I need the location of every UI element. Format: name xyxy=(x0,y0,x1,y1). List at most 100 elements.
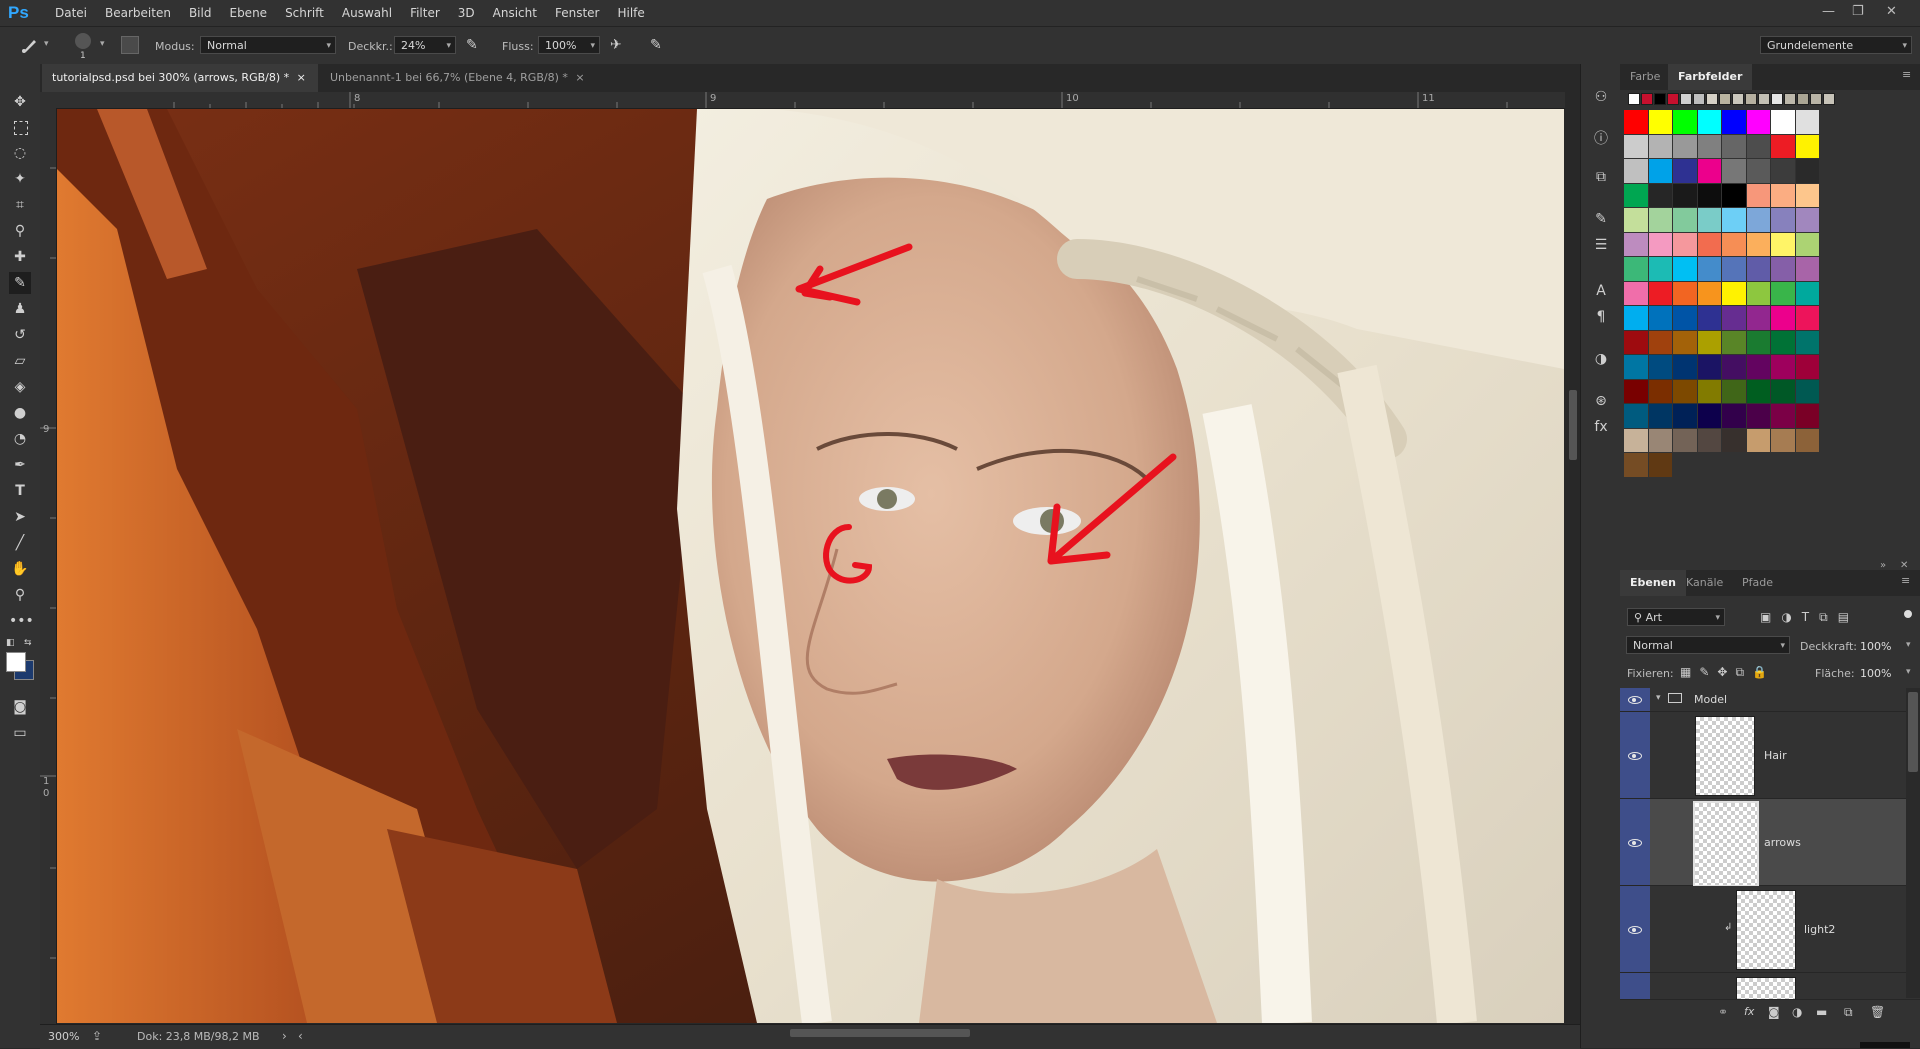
color-swatch[interactable] xyxy=(1648,281,1672,305)
screen-mode-icon[interactable]: ▭ xyxy=(9,722,31,744)
color-swatch[interactable] xyxy=(1771,257,1795,281)
pen-icon[interactable]: ✒ xyxy=(9,454,31,476)
color-swatch[interactable] xyxy=(1795,159,1819,183)
visibility-toggle[interactable] xyxy=(1620,688,1650,711)
recent-swatch[interactable] xyxy=(1771,93,1783,105)
color-swatch[interactable] xyxy=(1648,306,1672,330)
bucket-icon[interactable]: ◈ xyxy=(9,376,31,398)
marquee-icon[interactable] xyxy=(9,116,31,138)
color-swatch[interactable] xyxy=(1746,428,1770,452)
color-swatch[interactable] xyxy=(1624,257,1648,281)
color-swatch[interactable] xyxy=(1697,208,1721,232)
line-icon[interactable]: ╱ xyxy=(9,532,31,554)
character-icon[interactable]: A xyxy=(1592,282,1610,300)
recent-swatch[interactable] xyxy=(1680,93,1692,105)
hand-icon[interactable]: ✋ xyxy=(9,558,31,580)
color-swatch[interactable] xyxy=(1722,404,1746,428)
workspace-select[interactable]: Grundelemente ▾ xyxy=(1760,36,1912,54)
clone-source-icon[interactable]: ⧉ xyxy=(1592,168,1610,186)
color-swatch[interactable] xyxy=(1795,281,1819,305)
menu-ebene[interactable]: Ebene xyxy=(220,6,276,20)
zoom-level[interactable]: 300% xyxy=(48,1030,79,1043)
color-swatch[interactable] xyxy=(1746,355,1770,379)
visibility-toggle[interactable] xyxy=(1620,973,1650,999)
chevron-down-icon[interactable]: ▾ xyxy=(1906,640,1911,650)
share-icon[interactable]: ⇪ xyxy=(92,1029,102,1043)
color-swatch[interactable] xyxy=(1624,355,1648,379)
zoom-icon[interactable]: ⚲ xyxy=(9,584,31,606)
tab-kanaele[interactable]: Kanäle xyxy=(1676,570,1733,596)
menu-bearbeiten[interactable]: Bearbeiten xyxy=(96,6,180,20)
menu-schrift[interactable]: Schrift xyxy=(276,6,333,20)
fx-icon[interactable]: fx xyxy=(1744,1005,1754,1018)
color-swatch[interactable] xyxy=(1771,281,1795,305)
color-swatch[interactable] xyxy=(1746,257,1770,281)
app-logo[interactable]: Ps xyxy=(8,3,29,23)
visibility-toggle[interactable] xyxy=(1620,799,1650,885)
color-swatch[interactable] xyxy=(1697,110,1721,134)
deckkraft-input[interactable]: 24% ▾ xyxy=(394,36,456,54)
fluss-input[interactable]: 100% ▾ xyxy=(538,36,600,54)
color-swatch[interactable] xyxy=(1697,379,1721,403)
info-icon[interactable]: ⓘ xyxy=(1592,130,1610,148)
new-group-icon[interactable]: ▬ xyxy=(1816,1005,1827,1019)
color-swatch[interactable] xyxy=(1771,428,1795,452)
color-swatch[interactable] xyxy=(1624,330,1648,354)
color-swatch[interactable] xyxy=(1624,159,1648,183)
recent-swatch[interactable] xyxy=(1784,93,1796,105)
trash-icon[interactable]: 🗑 xyxy=(1870,1005,1885,1019)
chevron-down-icon[interactable]: ▾ xyxy=(1656,693,1661,703)
menu-auswahl[interactable]: Auswahl xyxy=(333,6,401,20)
recent-swatch[interactable] xyxy=(1654,93,1666,105)
layer-filter-icons[interactable]: ▣◑T⧉▤ xyxy=(1760,610,1859,625)
tab-unbenannt[interactable]: Unbenannt-1 bei 66,7% (Ebene 4, RGB/8) *… xyxy=(320,64,640,92)
color-swatch[interactable] xyxy=(1746,110,1770,134)
color-swatch[interactable] xyxy=(1746,183,1770,207)
restore-icon[interactable]: ❐ xyxy=(1852,4,1864,19)
color-swatch[interactable] xyxy=(1624,306,1648,330)
properties-icon[interactable]: ☰ xyxy=(1592,236,1610,254)
color-swatch[interactable] xyxy=(1648,159,1672,183)
adjustments-icon[interactable]: ◑ xyxy=(1592,350,1610,368)
paragraph-icon[interactable]: ¶ xyxy=(1592,308,1610,326)
color-swatch[interactable] xyxy=(1648,379,1672,403)
libraries-icon[interactable]: ⊛ xyxy=(1592,392,1610,410)
color-swatch[interactable] xyxy=(1722,330,1746,354)
brush-tool-preset-icon[interactable] xyxy=(20,35,40,55)
recent-swatch[interactable] xyxy=(1732,93,1744,105)
move-icon[interactable]: ✥ xyxy=(9,91,31,113)
new-layer-icon[interactable]: ⧉ xyxy=(1844,1005,1853,1020)
recent-swatch[interactable] xyxy=(1693,93,1705,105)
pressure-size-icon[interactable]: ✎ xyxy=(650,37,662,53)
styles-icon[interactable]: fx xyxy=(1592,418,1610,436)
color-swatch[interactable] xyxy=(1722,355,1746,379)
color-swatch[interactable] xyxy=(1624,404,1648,428)
color-swatch[interactable] xyxy=(1648,134,1672,158)
layer-light2[interactable]: ↲ light2 xyxy=(1620,886,1906,973)
color-swatch[interactable] xyxy=(1697,281,1721,305)
stamp-icon[interactable]: ♟ xyxy=(9,298,31,320)
color-swatch[interactable] xyxy=(1624,134,1648,158)
color-swatch[interactable] xyxy=(1746,379,1770,403)
recent-swatch[interactable] xyxy=(1745,93,1757,105)
tab-pfade[interactable]: Pfade xyxy=(1732,570,1783,596)
menu-hilfe[interactable]: Hilfe xyxy=(608,6,653,20)
color-swatch[interactable] xyxy=(1673,257,1697,281)
color-swatch[interactable] xyxy=(1722,379,1746,403)
brush-panel-icon[interactable] xyxy=(121,36,139,54)
color-swatch[interactable] xyxy=(1624,208,1648,232)
vertical-scrollbar-thumb[interactable] xyxy=(1569,390,1577,460)
modus-select[interactable]: Normal ▾ xyxy=(200,36,336,54)
color-swatch[interactable] xyxy=(1795,330,1819,354)
layer-opacity-value[interactable]: 100% xyxy=(1860,640,1891,653)
color-swatch[interactable] xyxy=(1624,453,1648,477)
tab-tutorialpsd[interactable]: tutorialpsd.psd bei 300% (arrows, RGB/8)… xyxy=(42,64,318,92)
history-icon[interactable]: ⚇ xyxy=(1592,88,1610,106)
type-icon[interactable]: T xyxy=(9,480,31,502)
color-swatch[interactable] xyxy=(1648,453,1672,477)
color-swatch[interactable] xyxy=(1795,428,1819,452)
color-swatch[interactable] xyxy=(1746,330,1770,354)
color-swatch[interactable] xyxy=(1722,257,1746,281)
healing-icon[interactable]: ✚ xyxy=(9,246,31,268)
color-swatch[interactable] xyxy=(1795,257,1819,281)
